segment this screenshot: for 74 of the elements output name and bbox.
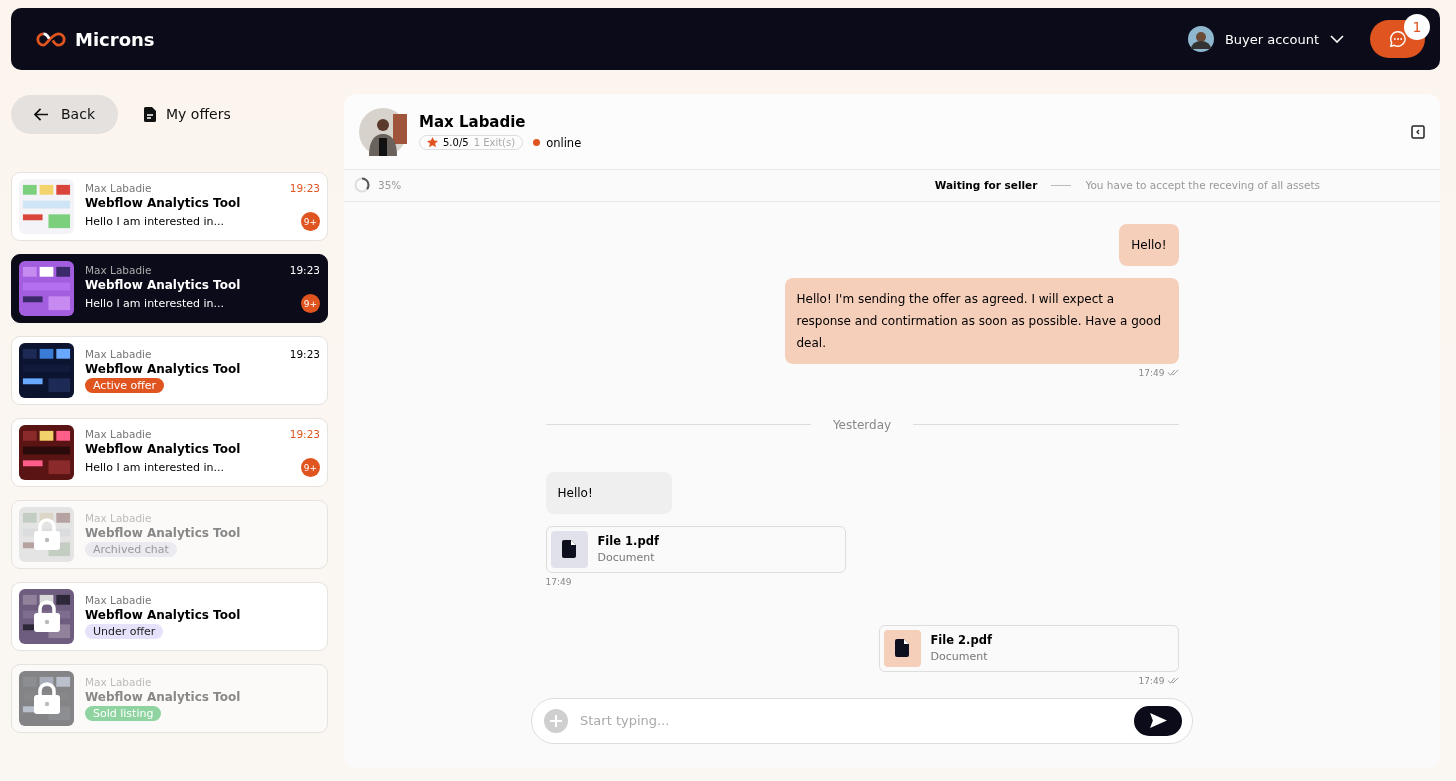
message-bubble: Hello!: [545, 471, 672, 514]
file-icon: [562, 540, 576, 559]
logo-icon: [35, 30, 67, 48]
rating-value: 5.0/5: [443, 137, 469, 148]
chevron-down-icon: [1330, 35, 1344, 43]
message-bubble: Hello!: [1119, 223, 1179, 266]
notification-badge: 1: [1404, 14, 1430, 40]
sender-name: Max Labadie: [85, 182, 152, 194]
avatar-icon: [359, 107, 407, 156]
back-button[interactable]: Back: [11, 94, 118, 134]
sender-name: Max Labadie: [85, 428, 152, 440]
listing-title: Webflow Analytics Tool: [85, 608, 242, 622]
progress-value: 35%: [378, 179, 402, 192]
message-preview: Hello I am interested in...: [85, 215, 225, 228]
file-type: Document: [597, 551, 656, 565]
sender-name: Max Labadie: [85, 264, 152, 276]
listing-title: Webflow Analytics Tool: [85, 526, 242, 540]
message-time: 17:49: [1138, 675, 1165, 686]
listing-title: Webflow Analytics Tool: [85, 196, 242, 210]
file-type: Document: [930, 650, 989, 664]
file-icon: [895, 639, 909, 658]
message-bubble: Hello! I'm sending the offer as agreed. I will expect a response and contirmation as soon as possible. Have a good deal.: [784, 277, 1179, 364]
step-label: Waiting for seller: [934, 179, 1038, 192]
conversation-item[interactable]: Max Labadie 19:23 Webflow Analytics Tool Hello I am interested in... 9+: [11, 418, 328, 487]
listing-title: Webflow Analytics Tool: [85, 278, 242, 292]
listing-title: Webflow Analytics Tool: [85, 442, 242, 456]
conversation-item[interactable]: Max Labadie 19:23 Webflow Analytics Tool Hello I am interested in... 9+: [11, 254, 328, 323]
star-icon: [427, 137, 438, 148]
chat-icon: [1388, 30, 1407, 48]
status-tag: Under offer: [85, 624, 164, 639]
message-input[interactable]: Start typing...: [578, 712, 1124, 730]
file-attachment[interactable]: File 1.pdf Document: [545, 525, 846, 573]
sender-name: Max Labadie: [85, 512, 152, 524]
status-tag: Archived chat: [85, 542, 177, 557]
unread-badge: 9+: [301, 212, 320, 231]
sender-name: Max Labadie: [85, 676, 152, 688]
date-divider: Yesterday: [832, 417, 892, 432]
status-tag: Sold listing: [85, 706, 162, 721]
message-time: 17:49: [1138, 367, 1165, 378]
message-time: 17:49: [545, 576, 572, 587]
conversation-item[interactable]: Max Labadie 19:23 Webflow Analytics Tool Active offer: [11, 336, 328, 405]
listing-title: Webflow Analytics Tool: [85, 362, 242, 376]
unread-badge: 9+: [301, 458, 320, 477]
conversation-item[interactable]: Max Labadie 19:23 Webflow Analytics Tool Hello I am interested in... 9+: [11, 172, 328, 241]
file-name: File 2.pdf: [930, 633, 992, 648]
message-preview: Hello I am interested in...: [85, 297, 225, 310]
message-time: 19:23: [289, 348, 320, 360]
unread-badge: 9+: [301, 294, 320, 313]
brand-name: Microns: [75, 28, 155, 50]
conversation-item[interactable]: Max Labadie Webflow Analytics Tool Under offer: [11, 582, 328, 651]
file-name: File 1.pdf: [597, 534, 659, 549]
document-icon: [144, 106, 156, 122]
message-preview: Hello I am interested in...: [85, 461, 225, 474]
progress-ring: [354, 177, 370, 194]
account-menu[interactable]: Buyer account: [1187, 26, 1344, 52]
send-button[interactable]: [1134, 705, 1182, 736]
message-time: 19:23: [289, 182, 320, 194]
exit-count: 1 Exit(s): [473, 137, 516, 148]
sender-name: Max Labadie: [85, 348, 152, 360]
online-status: online: [546, 135, 582, 150]
step-note: You have to accept the receving of all assets: [1085, 179, 1320, 192]
status-tag: Active offer: [85, 378, 165, 393]
listing-title: Webflow Analytics Tool: [85, 690, 242, 704]
arrow-left-icon: [34, 107, 49, 121]
sender-name: Max Labadie: [85, 594, 152, 606]
contact-name: Max Labadie: [419, 113, 527, 131]
message-time: 19:23: [289, 264, 320, 276]
send-icon: [1149, 713, 1167, 729]
my-offers-link[interactable]: My offers: [144, 106, 231, 122]
file-attachment[interactable]: File 2.pdf Document: [878, 624, 1179, 672]
message-field[interactable]: Start typing...: [531, 697, 1193, 744]
avatar-icon: [1187, 26, 1214, 52]
message-time: 19:23: [289, 428, 320, 440]
collapse-panel-icon[interactable]: [1411, 124, 1425, 139]
